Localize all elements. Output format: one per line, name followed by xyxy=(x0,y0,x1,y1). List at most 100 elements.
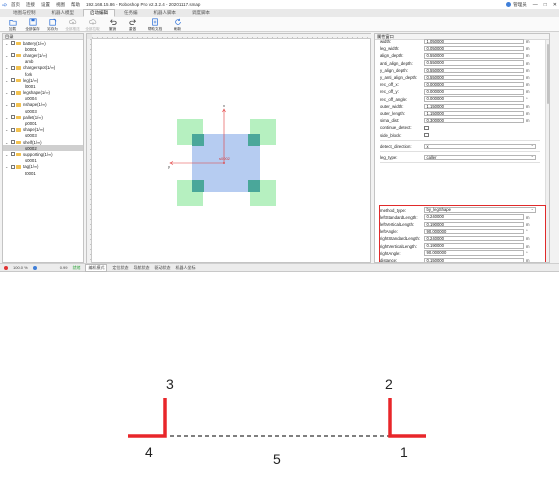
zoom-icon[interactable] xyxy=(32,265,37,270)
prop-value-input[interactable]: 0.300000 xyxy=(424,117,524,124)
prop-row: width: 1.050000 m xyxy=(380,38,540,45)
prop-checkbox[interactable] xyxy=(424,125,429,131)
prop-value-input[interactable]: 0.050000 xyxy=(424,45,524,52)
prop-value-input[interactable]: 90.000000 xyxy=(424,250,524,256)
tab-robot-model[interactable]: 机器人模型 xyxy=(45,9,82,17)
tree-checkbox[interactable] xyxy=(10,152,15,157)
chevron-down-icon[interactable]: ⌄ xyxy=(5,115,9,120)
prop-unit: m xyxy=(526,221,530,227)
prop-value-input[interactable]: 0.000000 xyxy=(424,81,524,88)
load-button[interactable]: 加载 xyxy=(4,17,21,32)
avatar xyxy=(506,2,512,7)
tree-item[interactable]: t0001 xyxy=(3,170,83,176)
tree-checkbox[interactable] xyxy=(10,78,15,83)
tree-checkbox[interactable] xyxy=(10,164,15,169)
menu-view[interactable]: 视图 xyxy=(56,2,65,8)
tab-dispatch-script[interactable]: 调度脚本 xyxy=(185,9,217,17)
leg-inner-bottom-left xyxy=(192,180,204,192)
chevron-down-icon[interactable]: ⌄ xyxy=(5,140,9,145)
prop-value-input[interactable]: 0.190000 xyxy=(424,243,524,249)
prop-checkbox[interactable] xyxy=(424,132,429,138)
save-as-button[interactable]: 另存为 xyxy=(44,17,61,32)
scrollbar-thumb[interactable] xyxy=(546,44,549,104)
chevron-down-icon[interactable]: ⌄ xyxy=(5,152,9,157)
undo-button[interactable]: 撤销 xyxy=(104,17,121,32)
tab-model-edit[interactable]: 启动编辑 xyxy=(83,9,115,17)
tree-checkbox[interactable] xyxy=(10,41,15,46)
tree-checkbox[interactable] xyxy=(10,140,15,145)
chevron-down-icon[interactable]: ⌄ xyxy=(5,41,9,46)
prop-unit: m xyxy=(526,243,530,249)
prop-value-input[interactable]: 0.550000 xyxy=(424,60,524,66)
tab-robot-script[interactable]: 机器人脚本 xyxy=(147,9,184,17)
tree-checkbox[interactable] xyxy=(10,53,15,58)
download-cloud-icon xyxy=(88,19,96,25)
prop-unit: m xyxy=(526,89,530,95)
save-all-button[interactable]: 全部保存 xyxy=(24,17,41,32)
status-mode-0: 编机模式 xyxy=(85,263,108,272)
redo-button[interactable]: 重做 xyxy=(124,17,141,32)
help-doc-icon xyxy=(152,18,158,26)
chevron-down-icon[interactable]: ⌄ xyxy=(5,78,9,83)
prop-value-input[interactable]: 90.000000 xyxy=(424,228,524,235)
prop-value-input[interactable]: 0.000000 xyxy=(424,89,524,95)
prop-select[interactable]: by_legShape xyxy=(424,207,536,213)
close-button[interactable]: ✕ xyxy=(553,2,557,8)
maximize-button[interactable]: □ xyxy=(544,2,547,8)
prop-value-input[interactable]: 1.050000 xyxy=(424,38,524,45)
chevron-down-icon[interactable]: ⌄ xyxy=(5,53,9,58)
tab-map-control[interactable]: 地图与控制 xyxy=(6,9,43,17)
record-icon[interactable] xyxy=(4,265,8,270)
prop-value-input[interactable]: 0.240000 xyxy=(424,236,524,242)
model-center-label: s0002 xyxy=(219,156,231,161)
refresh-button[interactable]: 刷新 xyxy=(169,17,186,32)
prop-value-input[interactable]: 0.190000 xyxy=(424,221,524,228)
canvas-area[interactable]: y x s0002 xyxy=(86,33,371,263)
refresh-icon xyxy=(174,18,181,25)
prop-select[interactable]: x xyxy=(424,143,536,149)
menu-settings[interactable]: 设置 xyxy=(41,2,50,8)
prop-unit: m xyxy=(526,236,530,242)
prop-value-input[interactable]: 1.150000 xyxy=(424,110,524,117)
prop-unit: m xyxy=(526,103,530,109)
shelf-model-view[interactable]: y x s0002 xyxy=(93,40,370,262)
pull-all-label: 全部拉取 xyxy=(85,27,100,31)
tree-item-label: s0001 xyxy=(25,158,37,164)
prop-unit: m xyxy=(526,118,530,124)
user-menu[interactable]: 管理员 xyxy=(506,2,527,8)
tree-checkbox[interactable] xyxy=(10,127,15,132)
push-all-button[interactable]: 全部推送 xyxy=(64,17,81,32)
chevron-down-icon[interactable]: ⌄ xyxy=(5,127,9,132)
chevron-down-icon[interactable]: ⌄ xyxy=(5,102,9,107)
diagram-label-4: 4 xyxy=(145,444,153,460)
prop-value-input[interactable]: 0.240000 xyxy=(424,214,524,220)
prop-row: align_depth: 0.550000 m xyxy=(380,52,540,59)
chevron-down-icon[interactable]: ⌄ xyxy=(5,164,9,169)
folder-icon xyxy=(16,66,21,70)
prop-label: leftVerticalLength: xyxy=(380,221,415,227)
tree-checkbox[interactable] xyxy=(10,102,15,107)
tree-item-label: p0001 xyxy=(25,121,37,127)
prop-value-input[interactable]: 0.000000 xyxy=(424,96,524,102)
pull-all-button[interactable]: 全部拉取 xyxy=(84,17,101,32)
prop-label: align_depth: xyxy=(380,53,404,59)
menu-help[interactable]: 帮助 xyxy=(71,2,80,8)
prop-row: outer_length: 1.150000 m xyxy=(380,110,540,117)
prop-value-input[interactable]: 0.550000 xyxy=(424,74,524,81)
chevron-down-icon[interactable]: ⌄ xyxy=(5,90,9,95)
menu-connect[interactable]: 连接 xyxy=(26,2,35,8)
tree-checkbox[interactable] xyxy=(10,90,15,95)
help-doc-button[interactable]: 帮助文档 xyxy=(144,17,166,32)
prop-select[interactable]: caller xyxy=(424,154,536,161)
prop-value-input[interactable]: 0.550000 xyxy=(424,53,524,59)
minimize-button[interactable]: — xyxy=(533,2,538,8)
chevron-down-icon[interactable]: ⌄ xyxy=(5,65,9,70)
prop-value-input[interactable]: 1.150000 xyxy=(424,103,524,109)
tree-checkbox[interactable] xyxy=(10,115,15,120)
prop-value-input[interactable]: 0.550000 xyxy=(424,67,524,73)
menu-home[interactable]: 首页 xyxy=(11,2,20,8)
property-scrollbar[interactable] xyxy=(545,40,549,262)
tab-task-edit[interactable]: 任务编 xyxy=(117,9,145,17)
tree-group-label: charger(1/∞) xyxy=(23,52,48,58)
tree-checkbox[interactable] xyxy=(10,65,15,70)
